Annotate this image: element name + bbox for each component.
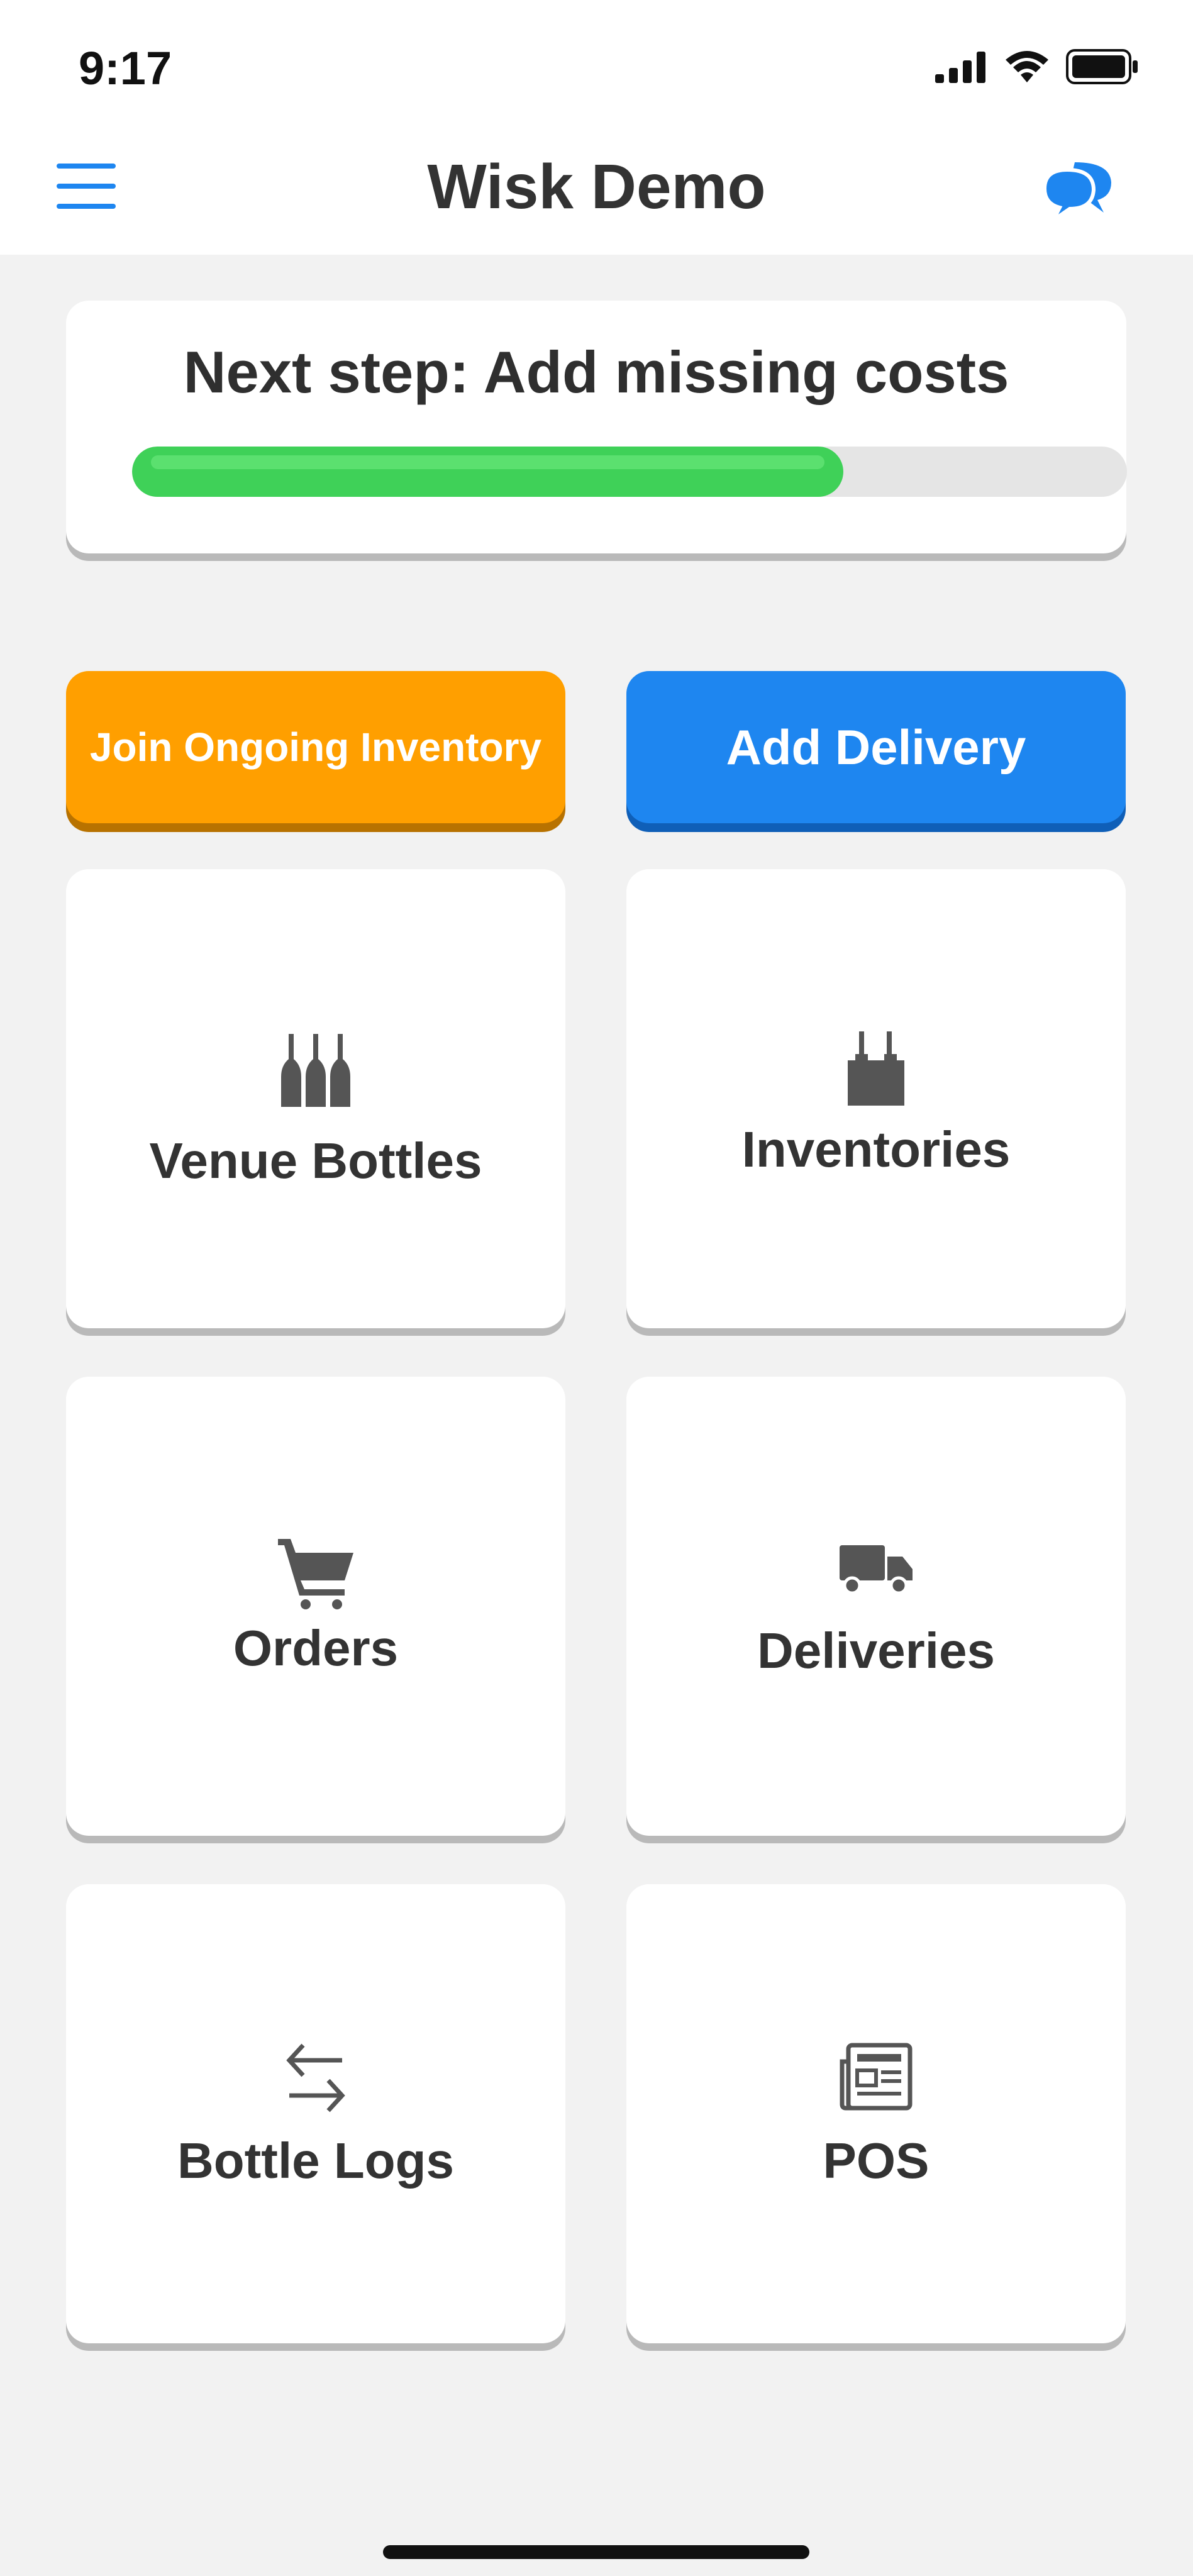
tile-label: Inventories [741, 1121, 1011, 1177]
inventory-box-icon [626, 1031, 1126, 1109]
delivery-truck-icon [626, 1545, 1126, 1599]
progress-bar [132, 447, 1127, 497]
progress-highlight [151, 455, 825, 469]
join-ongoing-inventory-button[interactable]: Join Ongoing Inventory [66, 671, 565, 823]
tile-label: Venue Bottles [149, 1133, 482, 1189]
tile-label: Orders [233, 1620, 399, 1676]
chat-bubbles-icon[interactable] [1041, 157, 1118, 223]
progress-fill [132, 447, 844, 497]
next-step-text: Next step: Add missing costs [183, 339, 1009, 405]
status-bar: 9:17 [0, 0, 1193, 126]
page-title: Wisk Demo [427, 152, 766, 222]
tile-orders[interactable]: Orders [66, 1377, 565, 1836]
status-time: 9:17 [79, 42, 172, 94]
status-icons [935, 49, 1139, 84]
next-step-card[interactable]: Next step: Add missing costs [66, 301, 1127, 553]
arrows-exchange-icon [66, 2041, 565, 2118]
tile-bottle-logs[interactable]: Bottle Logs [66, 1884, 565, 2343]
tile-pos[interactable]: POS [626, 1884, 1126, 2343]
receipt-document-icon [626, 2043, 1126, 2114]
tile-label: Deliveries [757, 1623, 996, 1679]
battery-icon [1066, 49, 1138, 84]
bottles-icon [66, 1034, 565, 1110]
tile-inventories[interactable]: Inventories [626, 869, 1126, 1328]
signal-icon [935, 52, 985, 83]
tile-label: Bottle Logs [177, 2133, 454, 2189]
tile-venue-bottles[interactable]: Venue Bottles [66, 869, 565, 1328]
add-delivery-button[interactable]: Add Delivery [626, 671, 1126, 823]
nav-bar: Wisk Demo [0, 126, 1193, 255]
home-indicator[interactable] [383, 2545, 809, 2559]
shopping-cart-icon [66, 1536, 565, 1613]
tile-label: POS [823, 2133, 929, 2189]
tile-deliveries[interactable]: Deliveries [626, 1377, 1126, 1836]
wifi-icon [1006, 51, 1048, 82]
